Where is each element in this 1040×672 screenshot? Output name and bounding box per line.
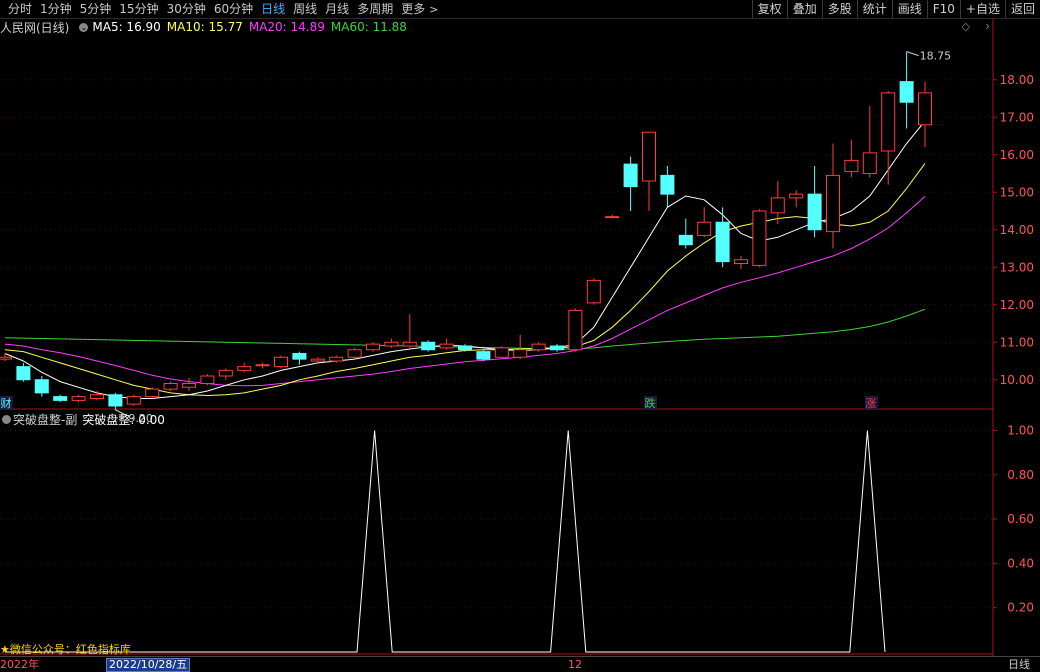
candle-body-13 (237, 366, 252, 371)
year-label: 2022年 (0, 658, 39, 671)
candle-body-20 (366, 343, 380, 351)
candle-body-36 (660, 174, 675, 195)
ma20-line (4, 196, 926, 387)
indicator-name[interactable]: 突破盘整-副 (13, 411, 77, 428)
candle-body-24 (439, 343, 454, 349)
high-price-label: 18.75 (920, 50, 952, 63)
candle-body-41 (752, 210, 767, 266)
indicator-value: 突破盘整: 0.00 (82, 412, 165, 427)
candle-body-4 (71, 396, 86, 401)
candle-body-3 (53, 396, 68, 401)
candle-body-25 (458, 345, 472, 351)
candle-body-21 (384, 341, 399, 347)
marker-2: 涨 (865, 397, 876, 410)
sub-tick-label-1: 0.40 (1007, 556, 1034, 570)
candle-body-18 (329, 356, 344, 362)
candle-body-14 (255, 364, 270, 367)
candle-body-11 (200, 375, 215, 384)
sub-tick-label-4: 1.00 (1007, 424, 1034, 438)
candle-body-17 (310, 358, 325, 362)
sub-tick-label-2: 0.60 (1007, 512, 1034, 526)
main-tick-label-5: 15.00 (1000, 185, 1034, 199)
main-tick-label-8: 18.00 (1000, 73, 1034, 87)
candle-body-2 (34, 379, 49, 394)
ma5-line (4, 120, 926, 399)
time-axis: 2022年 2022/10/28/五 12 日线 (0, 656, 1040, 672)
candle-body-10 (182, 383, 196, 388)
candle-body-32 (586, 279, 601, 304)
candle-body-50 (918, 92, 932, 126)
ma10-line (4, 163, 926, 397)
period-label[interactable]: 日线 (1008, 657, 1030, 672)
candle-body-39 (715, 221, 730, 263)
high-pointer (906, 51, 919, 57)
main-tick-label-2: 12.00 (1000, 298, 1034, 312)
candle-body-15 (274, 356, 288, 368)
main-tick-label-7: 17.00 (1000, 110, 1034, 124)
candle-body-47 (862, 152, 877, 174)
candle-body-5 (90, 394, 104, 399)
ma60-line (4, 308, 926, 350)
main-tick-label-1: 11.00 (1000, 335, 1034, 349)
candle-body-0 (0, 356, 12, 360)
marker-0: 财 (1, 396, 12, 410)
main-tick-label-3: 13.00 (1000, 260, 1034, 274)
candle-body-27 (494, 347, 509, 358)
sub-tick-label-0: 0.20 (1007, 601, 1034, 615)
candle-body-23 (421, 341, 436, 351)
candle-body-44 (807, 193, 822, 231)
indicator-settings-icon[interactable] (2, 414, 11, 424)
candle-body-28 (513, 349, 528, 358)
candle-body-1 (16, 366, 31, 381)
candle-body-26 (476, 351, 491, 360)
marker-1: 跌 (645, 396, 656, 410)
sub-tick-label-3: 0.80 (1007, 468, 1034, 482)
candle-body-38 (697, 221, 712, 236)
month-label: 12 (568, 658, 582, 671)
candle-body-33 (605, 216, 620, 219)
candle-body-6 (108, 394, 123, 407)
candle-body-9 (163, 383, 178, 390)
wechat-note: ★微信公众号：红色指标库 (0, 643, 131, 656)
candle-body-7 (126, 396, 141, 405)
candle-body-49 (899, 81, 914, 103)
candle-body-12 (218, 369, 233, 377)
candle-body-30 (550, 345, 564, 351)
main-tick-label-4: 14.00 (1000, 223, 1034, 237)
candle-body-45 (826, 174, 840, 233)
sub-legend: 突破盘整-副 突破盘整: 0.00 (0, 411, 170, 427)
candle-body-35 (642, 131, 656, 182)
candle-body-37 (678, 234, 693, 246)
candle-body-22 (402, 341, 417, 347)
candle-body-42 (770, 197, 785, 214)
candle-body-16 (292, 353, 307, 360)
candle-body-43 (789, 193, 804, 199)
candle-body-48 (881, 92, 896, 152)
candle-body-19 (347, 349, 362, 358)
candle-body-8 (145, 388, 160, 398)
main-tick-label-0: 10.00 (1000, 373, 1034, 387)
cursor-date: 2022/10/28/五 (106, 658, 191, 672)
kline-chart[interactable]: 10.00 11.00 12.00 13.00 14.00 15.00 16.00 17.00… (0, 0, 1040, 656)
candle-body-34 (623, 163, 638, 188)
main-tick-label-6: 16.00 (1000, 148, 1034, 162)
candle-body-31 (568, 309, 583, 351)
breakout-line (5, 430, 886, 653)
candle-body-29 (531, 343, 546, 351)
candle-body-46 (844, 159, 859, 173)
candle-body-40 (734, 259, 748, 264)
